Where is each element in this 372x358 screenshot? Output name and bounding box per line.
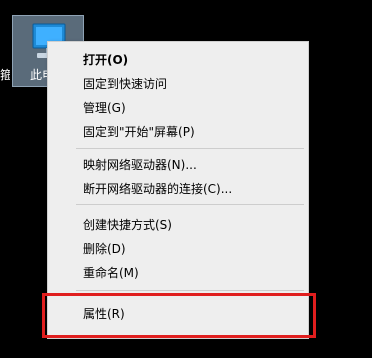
- menu-separator: [76, 148, 304, 149]
- menu-item-pin-quick-access[interactable]: 固定到快速访问: [83, 76, 167, 92]
- menu-item-manage[interactable]: 管理(G): [83, 100, 126, 116]
- highlight-box: [42, 293, 316, 338]
- menu-separator: [76, 290, 304, 291]
- menu-item-delete[interactable]: 删除(D): [83, 241, 126, 257]
- menu-separator: [76, 204, 304, 205]
- menu-item-disconnect-network-drive[interactable]: 断开网络驱动器的连接(C)...: [83, 181, 232, 197]
- menu-item-open[interactable]: 打开(O): [83, 52, 128, 68]
- desktop-icon-label-partial[interactable]: 箍: [0, 66, 10, 83]
- menu-item-pin-start[interactable]: 固定到"开始"屏幕(P): [83, 124, 195, 140]
- menu-item-map-network-drive[interactable]: 映射网络驱动器(N)...: [83, 157, 197, 173]
- menu-item-rename[interactable]: 重命名(M): [83, 265, 139, 281]
- menu-item-create-shortcut[interactable]: 创建快捷方式(S): [83, 217, 172, 233]
